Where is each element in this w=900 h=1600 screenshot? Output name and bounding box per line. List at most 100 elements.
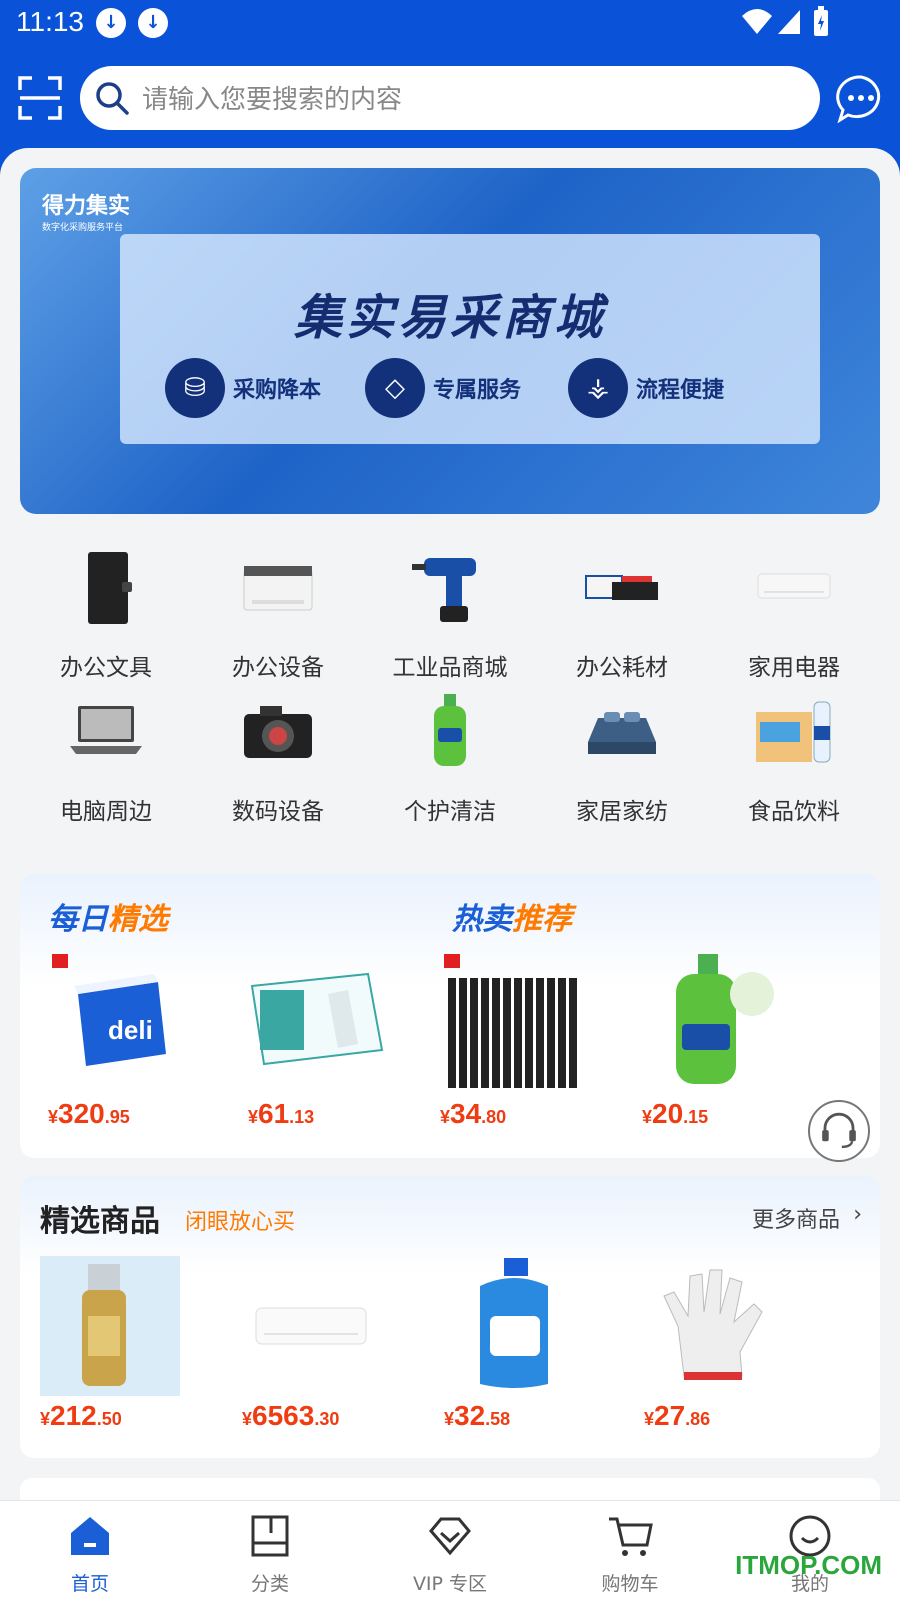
tab-home[interactable]: 首页 bbox=[0, 1513, 180, 1596]
category-office-supplies[interactable]: 办公耗材 bbox=[536, 548, 708, 682]
tab-cart[interactable]: 购物车 bbox=[540, 1513, 720, 1596]
deal-price: ¥20.15 bbox=[642, 1098, 709, 1129]
message-icon[interactable] bbox=[836, 74, 886, 124]
product-price: ¥32.58 bbox=[444, 1400, 511, 1431]
feature-label: 采购降本 bbox=[233, 378, 322, 403]
battery-icon bbox=[814, 6, 828, 36]
feature-label: 流程便捷 bbox=[636, 378, 725, 403]
category-label: 个护清洁 bbox=[404, 799, 496, 825]
customer-service-icon[interactable] bbox=[808, 1100, 870, 1162]
featured-product[interactable]: ¥6563.30 bbox=[242, 1256, 392, 1432]
feature-service: ◇ 专属服务 bbox=[365, 358, 521, 418]
category-home-appliances[interactable]: 家用电器 bbox=[708, 548, 880, 682]
brand-name: 得力集实 bbox=[42, 194, 131, 219]
status-time: 11:13 bbox=[16, 6, 84, 37]
drinks-icon bbox=[756, 701, 831, 763]
search-icon bbox=[96, 82, 129, 115]
deal-product[interactable]: ¥20.15 bbox=[642, 954, 792, 1130]
category-icon bbox=[251, 1515, 289, 1557]
more-products-link[interactable]: 更多商品 bbox=[752, 1202, 840, 1234]
a4-paper-box-icon: deli bbox=[52, 954, 166, 1066]
deal-price: ¥61.13 bbox=[248, 1098, 315, 1129]
feature-label: 专属服务 bbox=[433, 378, 522, 403]
notebook-icon bbox=[88, 552, 132, 624]
tab-label: 首页 bbox=[70, 1573, 109, 1595]
category-label: 数码设备 bbox=[232, 799, 324, 825]
download-icon-2: ↓ bbox=[138, 8, 168, 38]
search-placeholder: 请输入您要搜索的内容 bbox=[142, 85, 403, 115]
signal-icon bbox=[778, 10, 800, 34]
feature-process: ⚶ 流程便捷 bbox=[568, 358, 724, 418]
hot-title-b: 推荐 bbox=[512, 902, 572, 937]
drill-icon bbox=[412, 558, 476, 622]
hot-picks-title[interactable]: 热卖推荐 bbox=[452, 894, 572, 938]
promo-banner[interactable]: 得力集实 数字化采购服务平台 集实易采商城 ⛁ 采购降本 ◇ 专属服务 ⚶ 流程… bbox=[20, 168, 880, 514]
deal-product[interactable]: ¥34.80 bbox=[440, 954, 590, 1130]
section-title: 精选商品 bbox=[40, 1204, 160, 1239]
deal-price: ¥320.95 bbox=[48, 1098, 130, 1129]
search-bar[interactable]: 请输入您要搜索的内容 bbox=[80, 66, 820, 130]
pens-icon bbox=[444, 954, 577, 1088]
category-label: 食品饮料 bbox=[748, 799, 840, 825]
category-label: 家居家纺 bbox=[576, 799, 668, 825]
toner-icon bbox=[585, 575, 658, 600]
daily-picks-title[interactable]: 每日精选 bbox=[48, 894, 168, 938]
category-label: 工业品商城 bbox=[392, 655, 508, 681]
category-label: 电脑周边 bbox=[60, 799, 152, 825]
work-glove-icon bbox=[663, 1269, 763, 1380]
home-icon bbox=[71, 1517, 109, 1555]
feature-cost: ⛁ 采购降本 bbox=[165, 358, 321, 418]
tab-label: VIP 专区 bbox=[412, 1573, 488, 1595]
svg-text:deli: deli bbox=[108, 1015, 153, 1045]
tab-category[interactable]: 分类 bbox=[180, 1513, 360, 1596]
hot-title-a: 热卖 bbox=[452, 902, 512, 937]
selected-products-card: 精选商品 闭眼放心买 更多商品 › ¥212.50 ¥6563.30 ¥32.5… bbox=[20, 1176, 880, 1458]
deals-card: 每日精选 热卖推荐 deli ¥320.95 ¥61.13 ¥34.80 ¥20… bbox=[20, 874, 880, 1158]
detergent-icon bbox=[480, 1258, 548, 1388]
cart-icon bbox=[609, 1517, 653, 1556]
database-icon: ⛁ bbox=[165, 358, 225, 418]
handwash-icon bbox=[434, 694, 466, 766]
brand-logo: 得力集实 数字化采购服务平台 bbox=[42, 188, 130, 233]
air-conditioner-icon bbox=[255, 1307, 367, 1345]
featured-product[interactable]: ¥32.58 bbox=[444, 1256, 594, 1432]
banner-title: 集实易采商城 bbox=[293, 290, 606, 346]
category-computer[interactable]: 电脑周边 bbox=[20, 692, 192, 826]
section-subtitle: 闭眼放心买 bbox=[185, 1210, 296, 1235]
sunscreen-icon bbox=[40, 1256, 180, 1396]
tab-label: 购物车 bbox=[601, 1573, 659, 1595]
org-chart-icon: ⚶ bbox=[568, 358, 628, 418]
scan-icon[interactable] bbox=[18, 76, 62, 120]
gloves-box-icon bbox=[250, 972, 384, 1066]
category-industrial[interactable]: 工业品商城 bbox=[364, 548, 536, 682]
deal-product[interactable]: deli ¥320.95 bbox=[48, 954, 198, 1130]
brand-subtitle: 数字化采购服务平台 bbox=[42, 223, 124, 233]
category-personal-care[interactable]: 个护清洁 bbox=[364, 692, 536, 826]
category-digital[interactable]: 数码设备 bbox=[192, 692, 364, 826]
category-food-drinks[interactable]: 食品饮料 bbox=[708, 692, 880, 826]
download-icon: ↓ bbox=[96, 8, 126, 38]
camera-icon bbox=[244, 706, 312, 758]
product-price: ¥212.50 bbox=[40, 1400, 122, 1431]
deal-product[interactable]: ¥61.13 bbox=[248, 954, 398, 1130]
wifi-icon bbox=[742, 9, 772, 34]
category-label: 办公文具 bbox=[60, 655, 152, 681]
daily-title-b: 精选 bbox=[108, 902, 168, 937]
category-home-textile[interactable]: 家居家纺 bbox=[536, 692, 708, 826]
tab-vip[interactable]: VIP 专区 bbox=[360, 1513, 540, 1596]
product-price: ¥27.86 bbox=[644, 1400, 711, 1431]
watermark: ITMOP.COM bbox=[735, 1550, 882, 1580]
diamond-icon: ◇ bbox=[365, 358, 425, 418]
diamond-icon bbox=[429, 1517, 471, 1556]
handwash-bottle-icon bbox=[676, 954, 774, 1084]
category-office-stationery[interactable]: 办公文具 bbox=[20, 548, 192, 682]
bedding-icon bbox=[588, 712, 656, 754]
chevron-right-icon[interactable]: › bbox=[853, 1202, 862, 1227]
category-label: 家用电器 bbox=[748, 655, 840, 681]
category-office-equipment[interactable]: 办公设备 bbox=[192, 548, 364, 682]
air-conditioner-icon bbox=[757, 573, 831, 599]
deal-price: ¥34.80 bbox=[440, 1098, 507, 1129]
featured-product[interactable]: ¥212.50 bbox=[40, 1256, 190, 1432]
category-label: 办公耗材 bbox=[576, 655, 668, 681]
featured-product[interactable]: ¥27.86 bbox=[644, 1256, 794, 1432]
